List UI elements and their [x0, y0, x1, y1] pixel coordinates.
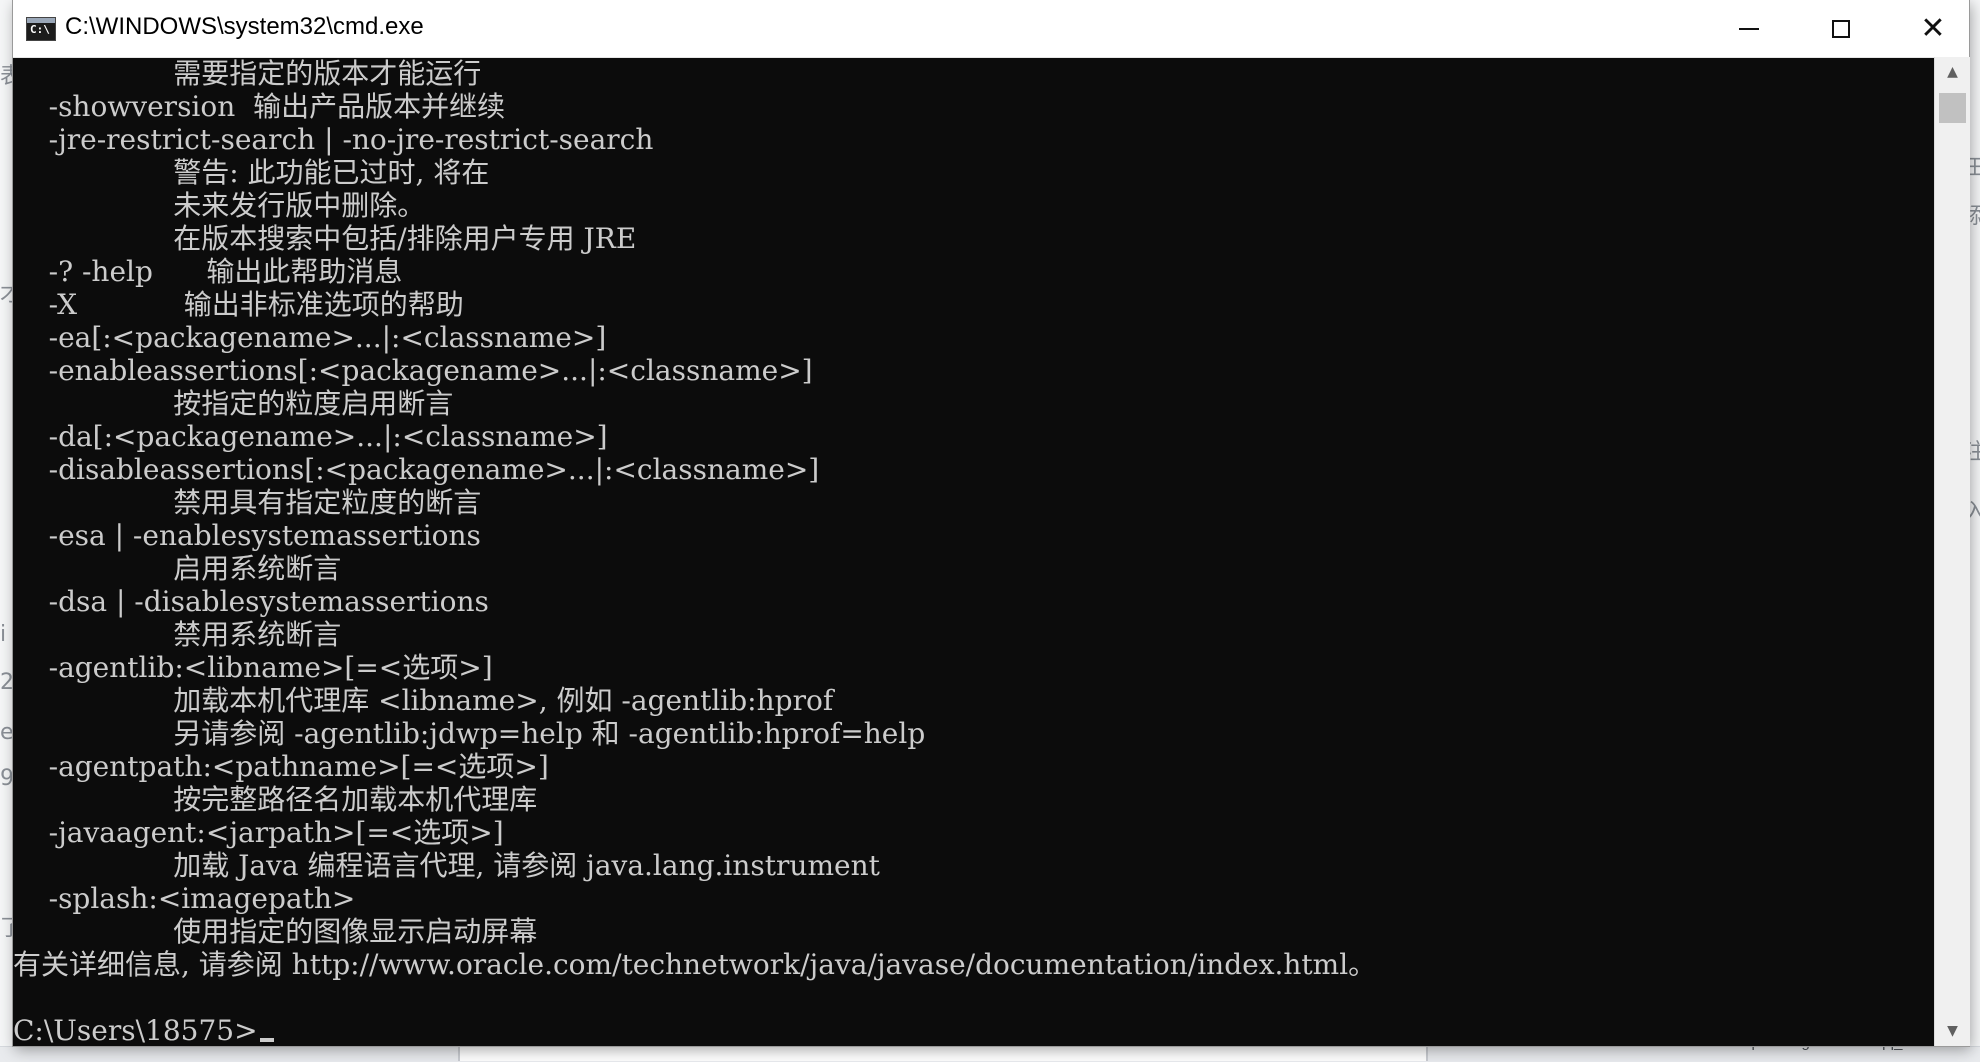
bg-fragment: i	[0, 622, 7, 647]
window-title: C:\WINDOWS\system32\cmd.exe	[65, 13, 424, 40]
console-output: 需要指定的版本才能运行 -showversion 输出产品版本并继续 -jre-…	[13, 57, 1376, 1014]
maximize-button[interactable]	[1795, 0, 1887, 57]
console-line: 需要指定的版本才能运行	[13, 57, 482, 90]
console-line: 使用指定的图像显示启动屏幕	[13, 915, 538, 948]
cmd-window[interactable]: C:\ C:\WINDOWS\system32\cmd.exe ✕ 需要指定的版…	[13, 0, 1970, 1046]
console-line: -X 输出非标准选项的帮助	[13, 288, 464, 321]
console-line: -da[:<packagename>...|:<classname>]	[13, 420, 608, 453]
console-line: 加载本机代理库 <libname>, 例如 -agentlib:hprof	[13, 684, 834, 717]
console-line: 加载 Java 编程语言代理, 请参阅 java.lang.instrument	[13, 849, 880, 882]
console-line: -jre-restrict-search | -no-jre-restrict-…	[13, 123, 654, 156]
close-icon: ✕	[1920, 10, 1946, 46]
icon-glyph: C:\	[30, 23, 50, 36]
close-button[interactable]: ✕	[1887, 0, 1979, 57]
command-prompt: C:\Users\18575>	[13, 1014, 258, 1046]
console-line: -splash:<imagepath>	[13, 882, 356, 915]
bg-fragment: 2	[0, 670, 14, 695]
console-line: -agentlib:<libname>[=<选项>]	[13, 651, 493, 684]
cmd-console-icon[interactable]: C:\	[26, 17, 56, 41]
console-line: -enableassertions[:<packagename>...|:<cl…	[13, 354, 813, 387]
command-prompt-line[interactable]: C:\Users\18575>	[13, 1014, 274, 1046]
console-line: -disableassertions[:<packagename>...|:<c…	[13, 453, 820, 486]
console-line: -esa | -enablesystemassertions	[13, 519, 481, 552]
title-bar[interactable]: C:\ C:\WINDOWS\system32\cmd.exe ✕	[13, 0, 1969, 58]
vertical-scrollbar[interactable]: ▲ ▼	[1934, 57, 1970, 1046]
console-line: 按指定的粒度启用断言	[13, 387, 454, 420]
console-line: 未来发行版中删除。	[13, 189, 426, 222]
bg-fragment: 9	[0, 766, 14, 791]
minimize-icon	[1739, 27, 1759, 30]
scroll-thumb[interactable]	[1939, 93, 1966, 123]
scroll-down-arrow-icon[interactable]: ▼	[1935, 1016, 1970, 1046]
console-line: 有关详细信息, 请参阅 http://www.oracle.com/techne…	[13, 948, 1377, 981]
console-line: 另请参阅 -agentlib:jdwp=help 和 -agentlib:hpr…	[13, 717, 926, 750]
console-line: -? -help 输出此帮助消息	[13, 255, 403, 288]
scroll-up-arrow-icon[interactable]: ▲	[1935, 57, 1970, 87]
console-line: -dsa | -disablesystemassertions	[13, 585, 489, 618]
bg-bottom-panel	[458, 1046, 1428, 1061]
minimize-button[interactable]	[1703, 0, 1795, 57]
bg-fragment: e	[0, 720, 14, 745]
console-line: 按完整路径名加载本机代理库	[13, 783, 538, 816]
console-line: 警告: 此功能已过时, 将在	[13, 156, 490, 189]
text-cursor	[259, 1038, 274, 1042]
console-line: 禁用具有指定粒度的断言	[13, 486, 482, 519]
console-line: -javaagent:<jarpath>[=<选项>]	[13, 816, 504, 849]
console-line: -agentpath:<pathname>[=<选项>]	[13, 750, 549, 783]
console-line: 禁用系统断言	[13, 618, 342, 651]
console-line: 启用系统断言	[13, 552, 342, 585]
console-output-area[interactable]: 需要指定的版本才能运行 -showversion 输出产品版本并继续 -jre-…	[13, 57, 1934, 1046]
console-line: -ea[:<packagename>...|:<classname>]	[13, 321, 607, 354]
console-line: 在版本搜索中包括/排除用户专用 JRE	[13, 222, 637, 255]
console-line: -showversion 输出产品版本并继续	[13, 90, 506, 123]
maximize-icon	[1832, 19, 1850, 38]
